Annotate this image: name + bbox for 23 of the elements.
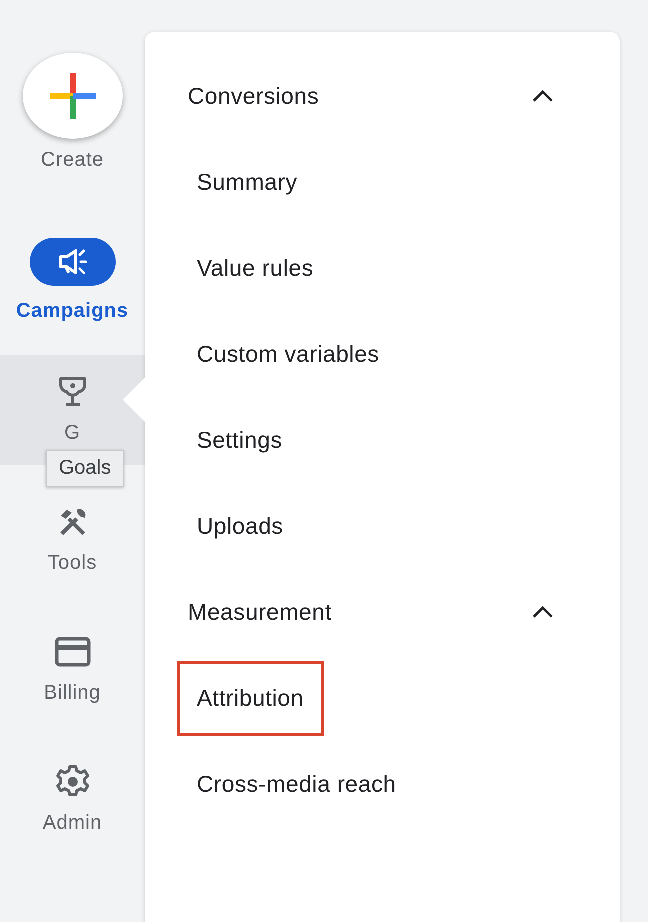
plus-icon (50, 73, 96, 119)
chevron-up-icon[interactable] (532, 89, 554, 103)
section-header[interactable]: Conversions (188, 82, 320, 110)
menu-item[interactable]: Uploads (177, 488, 304, 564)
megaphone-icon (58, 248, 88, 274)
nav-item[interactable]: Billing (0, 615, 145, 725)
menu-item[interactable]: Custom variables (177, 316, 400, 392)
section-header[interactable]: Measurement (188, 598, 332, 626)
menu-item[interactable]: Attribution (177, 660, 324, 736)
credit-card-icon (54, 636, 90, 666)
nav-item[interactable]: Tools (0, 485, 145, 595)
menu-item[interactable]: Value rules (177, 230, 334, 306)
tooltip: Goals (46, 450, 124, 487)
menu-item[interactable]: Summary (177, 144, 318, 220)
create-button[interactable] (22, 53, 122, 139)
menu-item[interactable]: Cross-media reach (177, 746, 416, 822)
menu-item[interactable]: Settings (177, 402, 303, 478)
create-label: Create (40, 149, 104, 172)
trophy-icon (58, 376, 86, 408)
nav-item[interactable]: Campaigns (0, 225, 145, 335)
nav-item[interactable]: Admin (0, 745, 145, 855)
chevron-up-icon[interactable] (532, 605, 554, 619)
settings-icon (56, 764, 90, 798)
